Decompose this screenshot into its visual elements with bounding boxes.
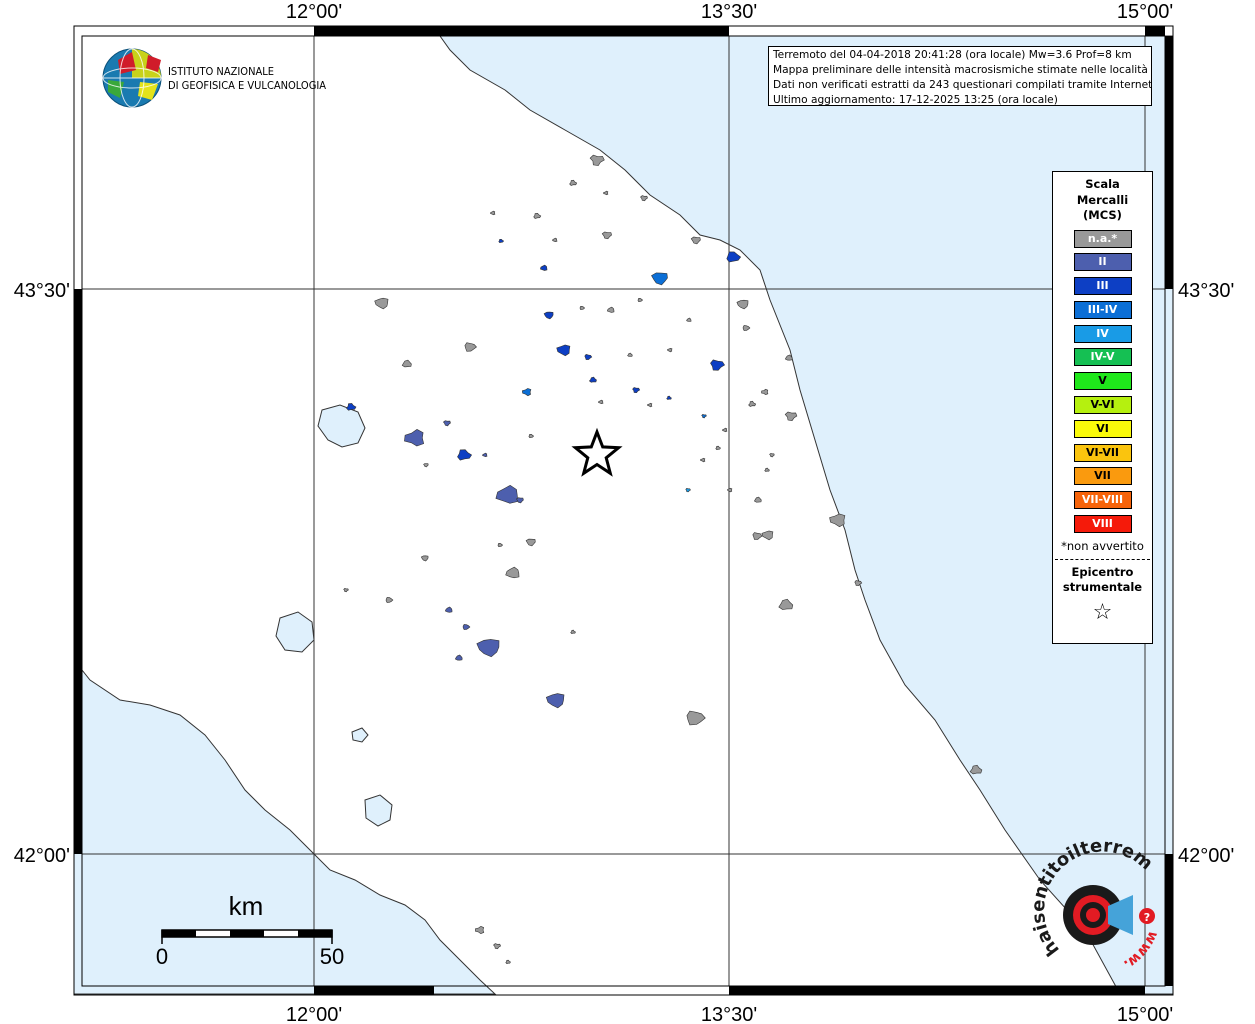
bottom-tick-15-00: 15°00' (1117, 1004, 1173, 1024)
right-tick-42-00: 42°00' (1178, 845, 1234, 867)
event-info-line-1: Terremoto del 04-04-2018 20:41:28 (ora l… (773, 49, 1132, 61)
svg-text:?: ? (1144, 911, 1150, 924)
event-info-line-2: Mappa preliminare delle intensità macros… (773, 64, 1148, 76)
legend-item: VII (1073, 467, 1132, 486)
legend-title-line-2: Mercalli (1076, 192, 1129, 207)
top-tick-13-30: 13°30' (701, 1, 757, 23)
scale-max: 50 (320, 944, 344, 969)
top-tick-12-00: 12°00' (286, 1, 342, 23)
legend-item: n.a.* (1073, 229, 1132, 248)
legend-items: n.a.* II III III-IV IV IV-V V V-VI VI VI-VII VII VI… (1053, 229, 1152, 534)
mcs-legend: Scala Mercalli (MCS) n.a.* II III III-IV IV I… (1052, 171, 1153, 644)
left-tick-43-30: 43°30' (14, 280, 70, 302)
bottom-tick-12-00: 12°00' (286, 1004, 342, 1024)
legend-star-icon: ☆ (1092, 599, 1113, 625)
left-tick-42-00: 42°00' (14, 845, 70, 867)
event-info-line-4: Ultimo aggiornamento: 17-12-2025 13:25 (… (773, 94, 1058, 106)
bottom-tick-13-30: 13°30' (701, 1004, 757, 1024)
legend-title: Scala Mercalli (MCS) (1053, 177, 1152, 224)
legend-item: VIII (1073, 515, 1132, 534)
legend-item: III (1073, 277, 1132, 296)
legend-epicenter-line-2: strumentale (1062, 580, 1143, 595)
legend-item: VII-VIII (1073, 491, 1132, 510)
legend-item: V (1073, 372, 1132, 391)
legend-epicenter-line-1: Epicentro (1071, 564, 1134, 579)
legend-item: V-VI (1073, 396, 1132, 415)
legend-title-line-3: (MCS) (1083, 208, 1122, 222)
legend-item: IV (1073, 324, 1132, 343)
legend-item: VI-VII (1073, 443, 1132, 462)
scale-unit: km (229, 891, 264, 921)
institute-line-2: DI GEOFISICA E VULCANOLOGIA (168, 79, 326, 92)
legend-item: IV-V (1073, 348, 1132, 367)
legend-title-line-1: Scala (1085, 177, 1120, 191)
legend-epicenter: Epicentro strumentale (1053, 565, 1152, 596)
legend-note: *non avvertito (1061, 538, 1144, 553)
event-info-box: Terremoto del 04-04-2018 20:41:28 (ora l… (768, 46, 1152, 106)
legend-item: VI (1073, 419, 1132, 438)
scale-min: 0 (156, 944, 168, 969)
legend-separator (1055, 558, 1150, 560)
right-tick-43-30: 43°30' (1178, 280, 1234, 302)
institute-line-1: ISTITUTO NAZIONALE (168, 65, 274, 78)
event-info-line-3: Dati non verificati estratti da 243 ques… (773, 79, 1152, 91)
legend-item: II (1073, 253, 1132, 272)
top-tick-15-00: 15°00' (1117, 1, 1173, 23)
legend-item: III-IV (1073, 300, 1132, 319)
